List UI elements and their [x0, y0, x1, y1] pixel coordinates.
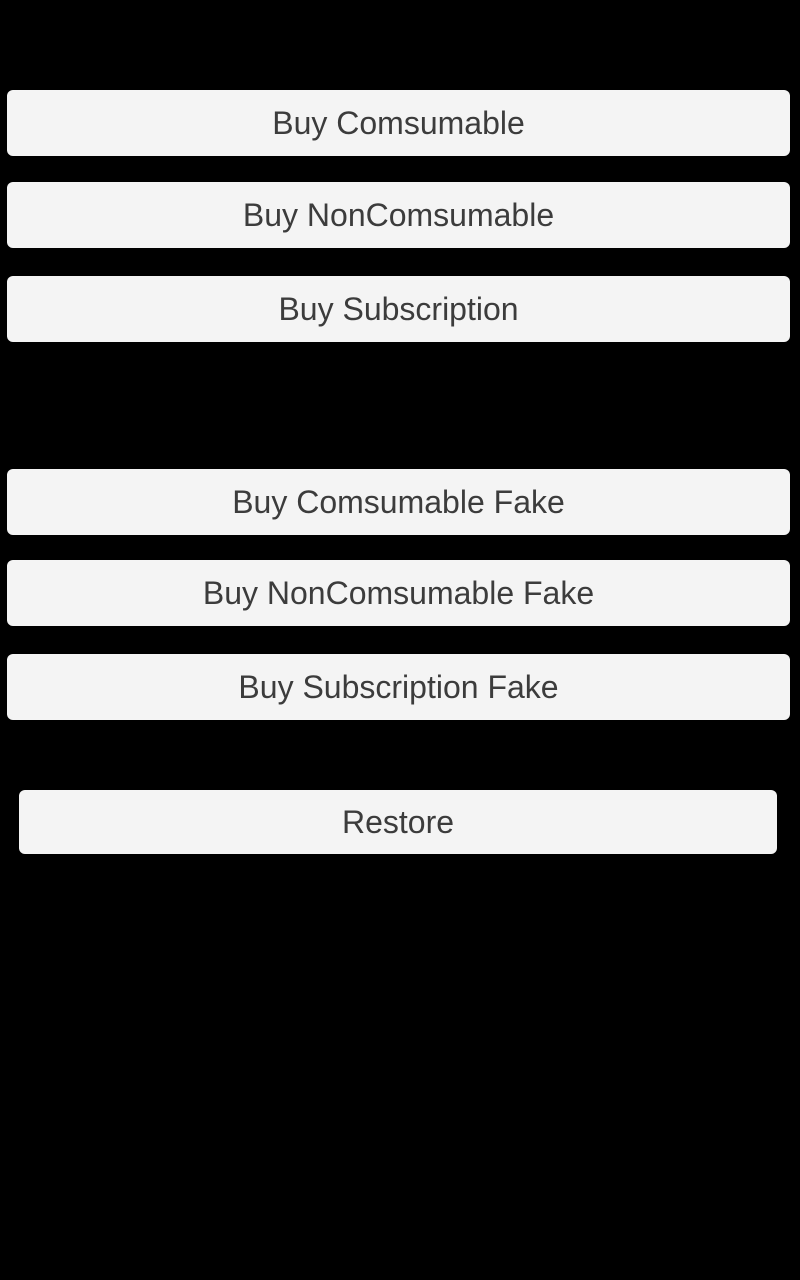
- buy-nonconsumable-fake-button[interactable]: Buy NonComsumable Fake: [7, 560, 790, 626]
- buy-consumable-button[interactable]: Buy Comsumable: [7, 90, 790, 156]
- buy-subscription-button[interactable]: Buy Subscription: [7, 276, 790, 342]
- purchase-screen: Buy Comsumable Buy NonComsumable Buy Sub…: [0, 0, 800, 1280]
- buy-consumable-fake-button[interactable]: Buy Comsumable Fake: [7, 469, 790, 535]
- buy-subscription-fake-button[interactable]: Buy Subscription Fake: [7, 654, 790, 720]
- buy-nonconsumable-button[interactable]: Buy NonComsumable: [7, 182, 790, 248]
- restore-button[interactable]: Restore: [19, 790, 777, 854]
